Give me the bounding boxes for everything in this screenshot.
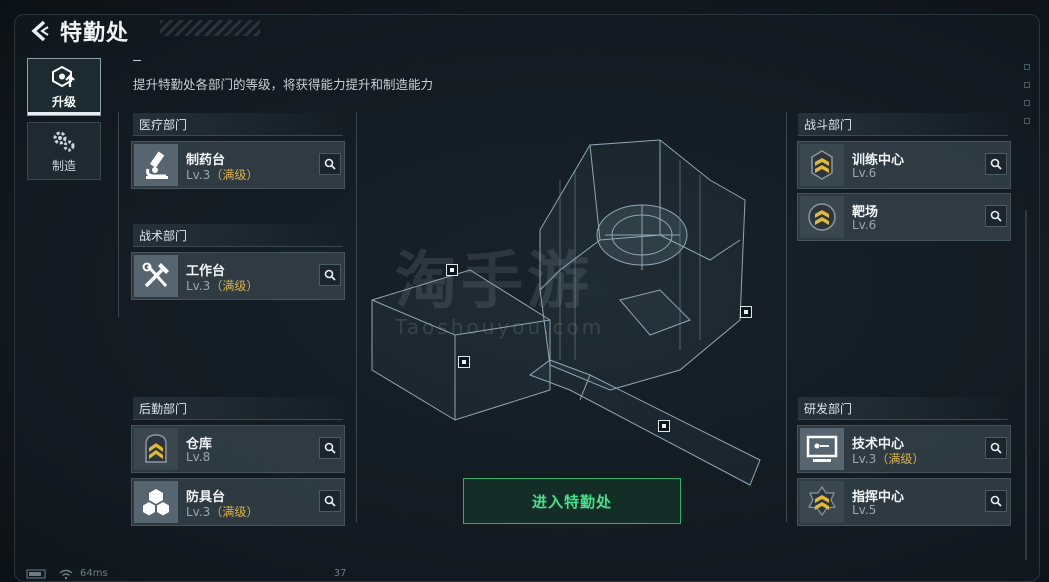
facility-marker[interactable] xyxy=(458,356,470,368)
guide-line xyxy=(786,112,787,522)
tab-upgrade-label: 升级 xyxy=(51,94,76,109)
inspect-button[interactable] xyxy=(985,490,1007,512)
facility-icon-box xyxy=(134,481,178,523)
facility-marker[interactable] xyxy=(446,264,458,276)
monitor-icon xyxy=(806,435,838,462)
enter-button-label: 进入特勤处 xyxy=(531,492,612,511)
search-icon xyxy=(990,495,1002,507)
battery-icon xyxy=(26,569,46,578)
watermark-url: Taoshouyou.com xyxy=(395,315,605,339)
search-icon xyxy=(324,158,336,170)
scrollbar[interactable] xyxy=(1025,210,1027,560)
facility-card-shooting-range[interactable]: 靶场 Lv.6 xyxy=(797,193,1011,241)
facility-icon-box xyxy=(800,196,844,238)
search-icon xyxy=(324,495,336,507)
max-level-tag: （满级） xyxy=(210,505,259,519)
facility-level: Lv.3（满级） xyxy=(186,279,259,293)
inspect-button[interactable] xyxy=(319,490,341,512)
dept-logistics-label: 后勤部门 xyxy=(139,402,188,416)
facility-level: Lv.5 xyxy=(852,503,877,517)
facility-level: Lv.3（满级） xyxy=(186,168,259,182)
search-icon xyxy=(990,158,1002,170)
search-icon xyxy=(990,210,1002,222)
dept-research-label: 研发部门 xyxy=(804,402,853,416)
upgrade-icon xyxy=(52,65,75,87)
description-text: 提升特勤处各部门的等级，将获得能力提升和制造能力 xyxy=(133,77,434,92)
dept-header-combat: 战斗部门 xyxy=(798,113,1008,136)
facility-icon-box xyxy=(800,481,844,523)
facility-icon-box xyxy=(800,428,844,470)
search-icon xyxy=(324,442,336,454)
back-button[interactable] xyxy=(26,17,54,45)
max-level-tag: （满级） xyxy=(210,279,259,293)
facility-card-pharmacy[interactable]: 制药台 Lv.3（满级） xyxy=(131,141,345,189)
dept-medical-label: 医疗部门 xyxy=(139,118,188,132)
max-level-tag: （满级） xyxy=(210,168,259,182)
facility-icon-box xyxy=(134,428,178,470)
dept-tactical-label: 战术部门 xyxy=(139,229,188,243)
dept-header-logistics: 后勤部门 xyxy=(133,397,343,420)
ping-readout: 64ms xyxy=(80,568,108,579)
facility-marker[interactable] xyxy=(658,420,670,432)
microscope-icon xyxy=(146,151,168,179)
dept-combat-label: 战斗部门 xyxy=(804,118,853,132)
tab-craft[interactable]: 制造 xyxy=(27,122,101,180)
facility-level: Lv.6 xyxy=(852,218,877,232)
facility-card-tech-center[interactable]: 技术中心 Lv.3（满级） xyxy=(797,425,1011,473)
gears-icon xyxy=(53,131,75,151)
facility-level: Lv.8 xyxy=(186,450,211,464)
facility-card-workbench[interactable]: 工作台 Lv.3（满级） xyxy=(131,252,345,300)
facility-marker[interactable] xyxy=(740,306,752,318)
wifi-icon xyxy=(59,569,73,579)
facility-level: Lv.3（满级） xyxy=(186,505,259,519)
back-arrow-icon xyxy=(31,20,49,42)
inspect-button[interactable] xyxy=(319,437,341,459)
tools-icon xyxy=(142,262,169,288)
search-icon xyxy=(324,269,336,281)
cubes-icon xyxy=(143,489,169,516)
search-icon xyxy=(990,442,1002,454)
inspect-button[interactable] xyxy=(985,437,1007,459)
facility-icon-box xyxy=(134,144,178,186)
rank-circle-icon xyxy=(808,203,836,231)
status-counter: 37 xyxy=(333,568,347,579)
inspect-button[interactable] xyxy=(319,264,341,286)
status-bar: 64ms 37 xyxy=(26,568,346,579)
dept-header-tactical: 战术部门 xyxy=(133,224,343,247)
tab-craft-label: 制造 xyxy=(51,158,76,173)
facility-card-warehouse[interactable]: 仓库 Lv.8 xyxy=(131,425,345,473)
dept-header-research: 研发部门 xyxy=(798,397,1008,420)
rank-wings-icon xyxy=(811,150,833,180)
header: 特勤处 xyxy=(26,14,129,48)
max-level-tag: （满级） xyxy=(876,452,925,466)
facility-icon-box xyxy=(800,144,844,186)
enter-headquarters-button[interactable]: 进入特勤处 xyxy=(463,478,681,524)
inspect-button[interactable] xyxy=(985,153,1007,175)
facility-card-training-center[interactable]: 训练中心 Lv.6 xyxy=(797,141,1011,189)
facility-icon-box xyxy=(134,255,178,297)
header-decoration xyxy=(160,20,260,36)
dept-header-medical: 医疗部门 xyxy=(133,113,343,136)
inspect-button[interactable] xyxy=(319,153,341,175)
tab-upgrade[interactable]: 升级 xyxy=(27,58,101,116)
facility-card-armor-bench[interactable]: 防具台 Lv.3（满级） xyxy=(131,478,345,526)
decor-dots xyxy=(1024,64,1030,136)
watermark-logo: 淘手游 xyxy=(395,244,594,317)
inspect-button[interactable] xyxy=(985,205,1007,227)
guide-line xyxy=(118,112,119,317)
rank-star-icon xyxy=(808,485,836,517)
description-dash xyxy=(133,60,141,61)
guide-line xyxy=(356,112,357,522)
facility-level: Lv.3（满级） xyxy=(852,452,925,466)
page-title: 特勤处 xyxy=(60,21,130,46)
facility-card-command-center[interactable]: 指挥中心 Lv.5 xyxy=(797,478,1011,526)
chevron-rank-icon xyxy=(145,434,167,463)
facility-level: Lv.6 xyxy=(852,166,877,180)
